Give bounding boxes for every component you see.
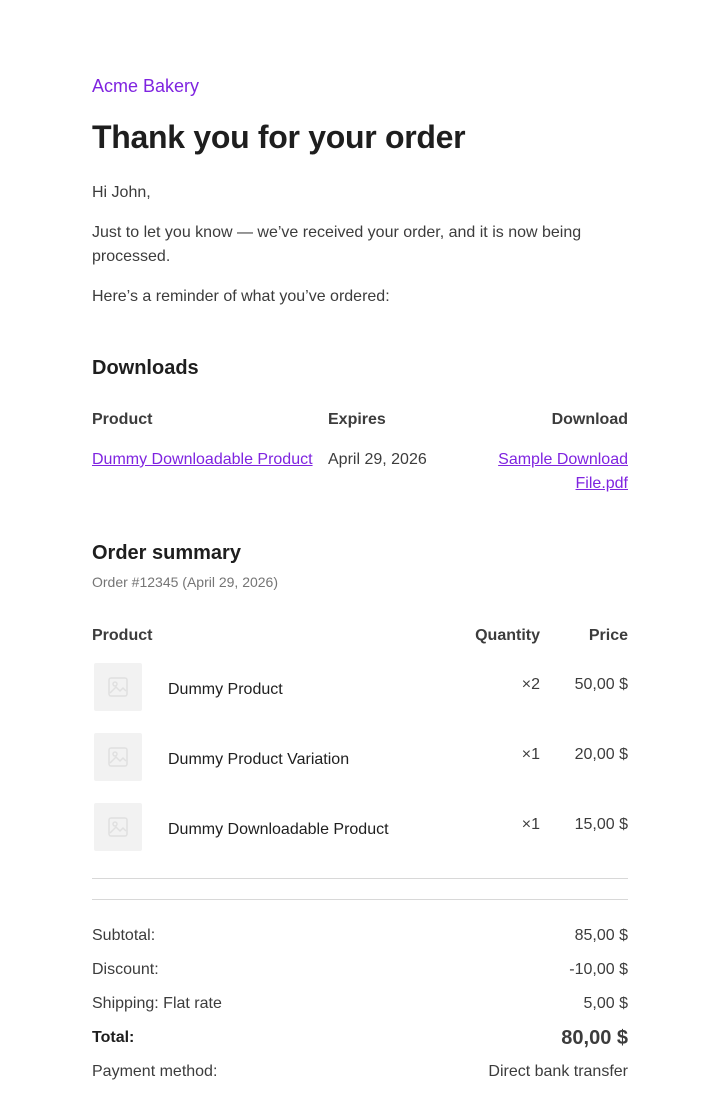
order-summary-title: Order summary <box>92 542 241 564</box>
greeting-text: Hi John, <box>92 184 151 201</box>
items-header-price: Price <box>588 627 628 644</box>
totals-row-shipping: Shipping: Flat rate 5,00 $ <box>92 992 628 1026</box>
order-item-qty-cell: ×1 <box>420 796 540 866</box>
downloads-expires-cell: April 29, 2026 <box>328 451 427 468</box>
order-item-quantity: ×1 <box>521 816 540 833</box>
order-item-row: Dummy Product ×2 50,00 $ <box>92 656 628 726</box>
order-item-price: 20,00 $ <box>574 746 628 763</box>
email-body: Acme Bakery Thank you for your order Hi … <box>92 0 628 1094</box>
intro-text: Just to let you know — we’ve received yo… <box>92 224 582 265</box>
reminder-text: Here’s a reminder of what you’ve ordered… <box>92 288 390 305</box>
order-items-table: Product Quantity Price Dummy Product ×2 … <box>92 624 628 866</box>
shipping-label: Shipping: Flat rate <box>92 995 222 1012</box>
download-product-link[interactable]: Dummy Downloadable Product <box>92 451 313 468</box>
downloads-file-cell: Sample Download File.pdf <box>468 448 628 496</box>
downloads-product-cell: Dummy Downloadable Product <box>92 448 328 496</box>
order-item-price-cell: 15,00 $ <box>540 796 628 866</box>
items-header-product: Product <box>92 627 153 644</box>
order-item-qty-cell: ×2 <box>420 656 540 726</box>
total-value: 80,00 $ <box>561 1027 628 1049</box>
order-item-price: 50,00 $ <box>574 676 628 693</box>
order-item-product: Dummy Product <box>92 663 420 711</box>
subtotal-label: Subtotal: <box>92 927 156 944</box>
downloads-row: Dummy Downloadable Product April 29, 202… <box>92 448 628 496</box>
subtotal-value: 85,00 $ <box>574 927 628 944</box>
downloads-header-expires: Expires <box>328 411 386 428</box>
order-item-price-cell: 20,00 $ <box>540 726 628 796</box>
total-label: Total: <box>92 1029 135 1046</box>
order-item-qty-cell: ×1 <box>420 726 540 796</box>
order-number: Order #12345 (April 29, 2026) <box>92 574 278 590</box>
order-item-quantity: ×2 <box>521 676 540 693</box>
downloads-header-download: Download <box>551 411 628 428</box>
order-item-name: Dummy Product <box>168 681 283 698</box>
product-thumbnail <box>94 663 142 711</box>
product-thumbnail <box>94 733 142 781</box>
order-item-row: Dummy Downloadable Product ×1 15,00 $ <box>92 796 628 866</box>
shipping-value: 5,00 $ <box>583 995 628 1012</box>
downloads-header-product: Product <box>92 411 153 428</box>
image-placeholder-icon <box>108 677 128 697</box>
store-name-link[interactable]: Acme Bakery <box>92 74 628 98</box>
order-item-price-cell: 50,00 $ <box>540 656 628 726</box>
items-header-quantity: Quantity <box>475 627 540 644</box>
totals-row-subtotal: Subtotal: 85,00 $ <box>92 924 628 958</box>
download-file-link[interactable]: Sample Download File.pdf <box>498 451 628 492</box>
divider <box>92 878 628 879</box>
order-item-quantity: ×1 <box>521 746 540 763</box>
image-placeholder-icon <box>108 817 128 837</box>
totals-row-total: Total: 80,00 $ <box>92 1026 628 1060</box>
payment-method-label: Payment method: <box>92 1063 218 1080</box>
product-thumbnail <box>94 803 142 851</box>
downloads-title: Downloads <box>92 357 199 379</box>
order-item-name: Dummy Downloadable Product <box>168 821 389 838</box>
order-item-product-cell: Dummy Product Variation <box>92 726 420 796</box>
divider <box>92 899 628 900</box>
totals-row-payment: Payment method: Direct bank transfer <box>92 1060 628 1094</box>
order-item-product: Dummy Product Variation <box>92 733 420 781</box>
image-placeholder-icon <box>108 747 128 767</box>
page-title: Thank you for your order <box>92 119 466 155</box>
order-item-product-cell: Dummy Product <box>92 656 420 726</box>
downloads-header-row: Product Expires Download <box>92 408 628 448</box>
order-item-product-cell: Dummy Downloadable Product <box>92 796 420 866</box>
order-item-product: Dummy Downloadable Product <box>92 803 420 851</box>
totals-row-discount: Discount: -10,00 $ <box>92 958 628 992</box>
downloads-table: Product Expires Download Dummy Downloada… <box>92 408 628 496</box>
order-items-header-row: Product Quantity Price <box>92 624 628 656</box>
totals-table: Subtotal: 85,00 $ Discount: -10,00 $ Shi… <box>92 924 628 1094</box>
discount-value: -10,00 $ <box>569 961 628 978</box>
payment-method-value: Direct bank transfer <box>488 1063 628 1080</box>
order-item-row: Dummy Product Variation ×1 20,00 $ <box>92 726 628 796</box>
order-item-price: 15,00 $ <box>574 816 628 833</box>
discount-label: Discount: <box>92 961 159 978</box>
order-item-name: Dummy Product Variation <box>168 751 350 768</box>
